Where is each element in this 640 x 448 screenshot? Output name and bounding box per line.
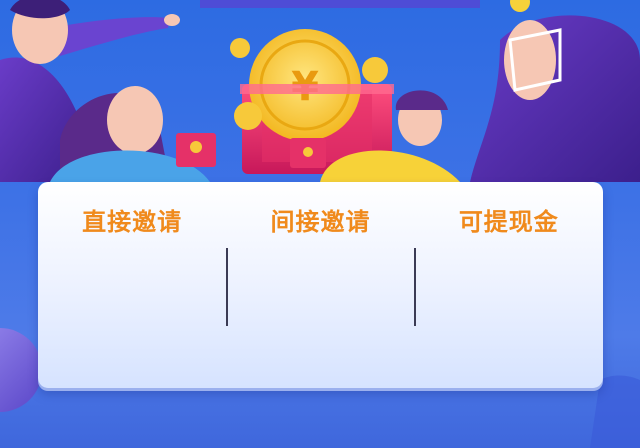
- indirect-invite-label: 间接邀请: [270, 208, 371, 236]
- withdrawable-cash-stat: 可提现金: [415, 202, 603, 332]
- withdrawable-cash-label: 可提现金: [458, 208, 559, 236]
- invite-stats-card: 直接邀请 间接邀请 可提现金: [38, 182, 603, 388]
- stat-divider: [226, 248, 228, 326]
- woman-with-envelope-illustration: [50, 86, 216, 182]
- direct-invite-label: 直接邀请: [82, 208, 183, 236]
- decorative-ball: [0, 328, 42, 412]
- person-right-illustration: [470, 15, 640, 183]
- indirect-invite-stat: 间接邀请: [226, 202, 414, 332]
- direct-invite-stat: 直接邀请: [38, 202, 226, 332]
- invite-stats-row: 直接邀请 间接邀请 可提现金: [38, 202, 603, 332]
- stat-divider: [414, 248, 416, 326]
